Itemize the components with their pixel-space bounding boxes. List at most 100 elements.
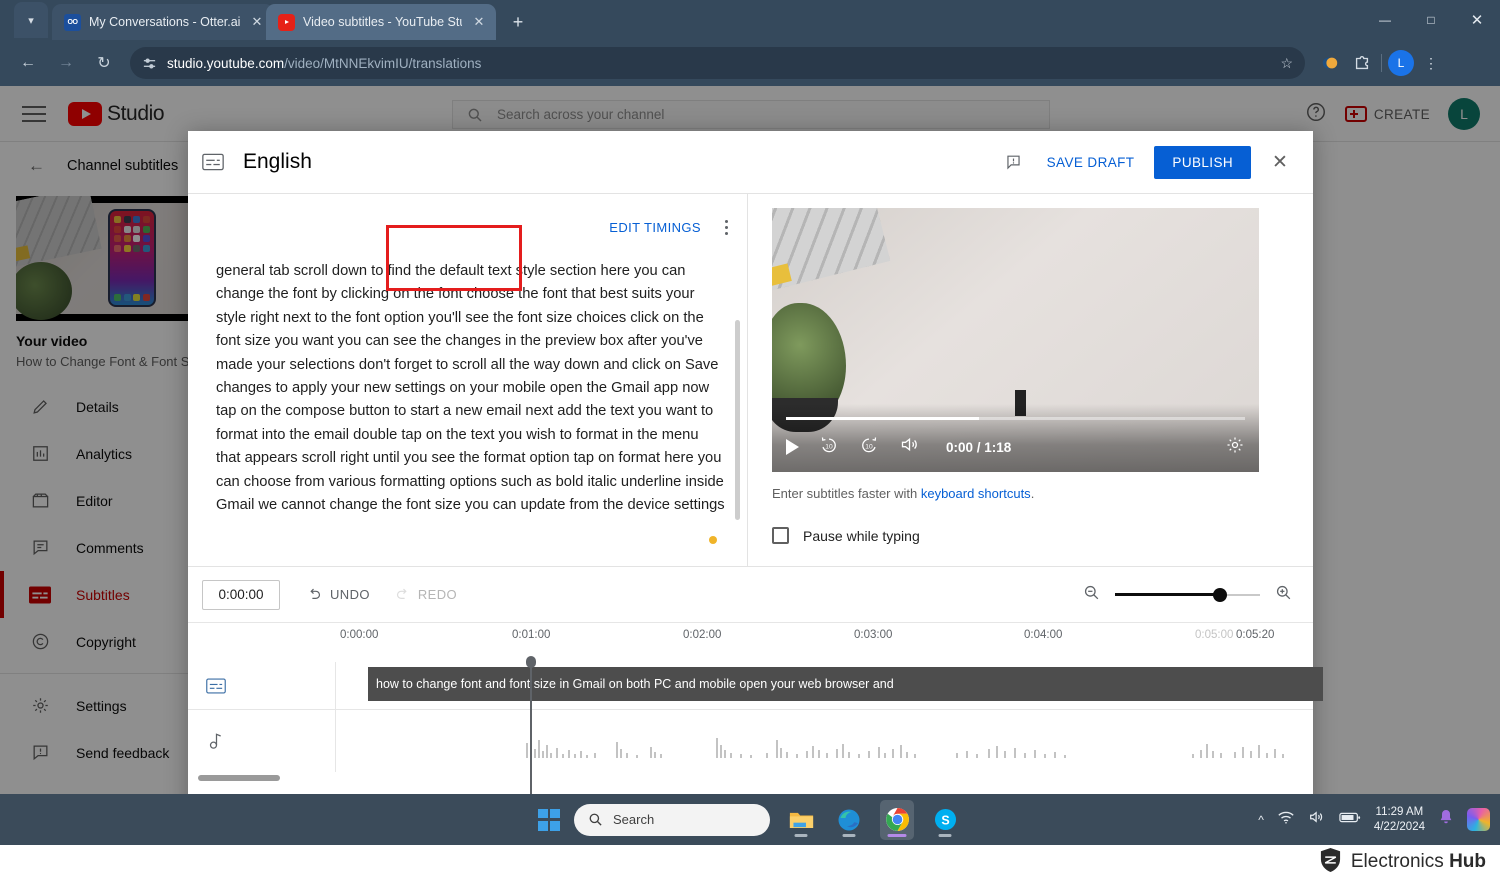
battery-icon[interactable] [1339,811,1361,829]
report-flag-icon[interactable] [1001,153,1027,172]
address-bar[interactable]: studio.youtube.com/video/MtNNEkvimIU/tra… [130,47,1305,79]
ruler-tick: 0:05:00 [1195,629,1233,641]
ruler-tick: 0:04:00 [1024,629,1062,641]
bell-icon[interactable] [1438,809,1454,831]
timeline-zoom-slider[interactable] [1115,588,1260,602]
svg-text:10: 10 [825,443,833,450]
skype-icon[interactable]: S [928,800,962,840]
reload-button[interactable]: ↻ [86,47,122,79]
subtitle-cue-block[interactable]: how to change font and font size in Gmai… [368,667,1323,701]
timecode-input[interactable]: 0:00:00 [202,580,280,610]
play-icon[interactable] [786,439,799,455]
youtube-studio-page: Studio Search across your channel CREATE… [0,86,1500,794]
video-player[interactable]: 10 10 0:00 / 1:18 [772,208,1259,472]
close-icon[interactable]: ✕ [1265,151,1295,174]
redo-label: REDO [418,587,457,602]
window-close-button[interactable]: ✕ [1454,0,1500,40]
taskbar-clock[interactable]: 11:29 AM 4/22/2024 [1374,805,1425,835]
ruler-tick: 0:02:00 [683,629,721,641]
divider [1381,54,1382,72]
close-icon[interactable]: ✕ [248,13,266,31]
wifi-icon[interactable] [1277,809,1295,830]
watermark-bold: Hub [1449,851,1486,872]
clock-time: 11:29 AM [1374,805,1425,820]
volume-icon[interactable] [899,434,920,460]
tab-search-chevron-icon[interactable]: ▾ [14,2,48,38]
watermark-text: Electronics Hub [1351,851,1486,873]
minimize-button[interactable]: — [1362,0,1408,40]
dialog-title: English [243,150,312,174]
publish-button[interactable]: PUBLISH [1154,146,1251,179]
transcript-textarea[interactable]: general tab scroll down to find the defa… [188,260,747,560]
microsoft-edge-icon[interactable] [832,800,866,840]
transcript-text: general tab scroll down to find the defa… [216,260,725,517]
save-draft-button[interactable]: SAVE DRAFT [1041,147,1141,178]
url-text: studio.youtube.com/video/MtNNEkvimIU/tra… [167,56,481,71]
tab-title: Video subtitles - YouTube Studi [303,15,462,29]
timeline-playhead[interactable] [530,662,532,794]
start-icon[interactable] [538,809,560,831]
redo-button[interactable]: REDO [386,580,465,609]
dialog-header: English SAVE DRAFT PUBLISH ✕ [188,131,1313,194]
undo-button[interactable]: UNDO [298,580,378,609]
transcript-toolbar: EDIT TIMINGS [188,194,747,260]
shield-logo-icon [1319,847,1342,878]
forward-button[interactable]: → [48,47,84,79]
google-chrome-icon[interactable] [880,800,914,840]
browser-tab-otter[interactable]: OO My Conversations - Otter.ai ✕ [52,4,274,40]
gear-icon[interactable] [1225,435,1245,460]
new-tab-button[interactable]: + [505,9,531,35]
back-button[interactable]: ← [10,47,46,79]
ruler-tick: 0:01:00 [512,629,550,641]
chrome-menu-icon[interactable]: ⋮ [1420,55,1442,72]
pause-while-typing-row[interactable]: Pause while typing [772,527,1289,544]
show-hidden-icons-icon[interactable]: ^ [1258,813,1264,827]
timeline-subtitle-track: how to change font and font size in Gmai… [188,662,1313,710]
ruler-tick: 0:00:00 [340,629,378,641]
extension-badge-icon[interactable] [1317,50,1343,76]
url-host: studio.youtube.com [167,56,284,71]
taskbar-search-placeholder: Search [613,812,654,827]
keyboard-shortcuts-link[interactable]: keyboard shortcuts [921,486,1031,501]
maximize-button[interactable]: □ [1408,0,1454,40]
electronics-hub-watermark: Electronics Hub [1319,845,1486,879]
player-time-display: 0:00 / 1:18 [946,440,1011,455]
otter-icon: OO [64,14,81,31]
subtitle-cue-text: how to change font and font size in Gmai… [376,677,894,691]
chrome-profile-avatar[interactable]: L [1388,50,1414,76]
timeline-horizontal-scrollbar[interactable] [198,775,280,781]
transcript-scrollbar[interactable] [735,320,740,520]
dialog-header-actions: SAVE DRAFT PUBLISH ✕ [1001,146,1295,179]
extensions-puzzle-icon[interactable] [1349,50,1375,76]
zoom-out-icon[interactable] [1082,583,1101,607]
windows-taskbar: Search S ^ [0,794,1500,845]
timeline-ruler[interactable]: 0:00:00 0:01:00 0:02:00 0:03:00 0:04:00 … [188,622,1313,662]
audio-waveform[interactable] [368,724,1313,758]
site-settings-icon[interactable] [142,56,157,71]
timeline-hscroll-area [188,772,1313,790]
slider-knob[interactable] [1213,588,1227,602]
copilot-icon[interactable] [1467,808,1490,831]
rewind-10-icon[interactable]: 10 [819,435,839,460]
browser-tab-youtube-studio[interactable]: Video subtitles - YouTube Studi ✕ [266,4,496,40]
subtitles-icon [188,662,244,709]
file-explorer-icon[interactable] [784,800,818,840]
watermark-light: Electronics [1351,851,1449,872]
zoom-in-icon[interactable] [1274,583,1293,607]
chrome-actions: L ⋮ [1317,50,1442,76]
hint-prefix: Enter subtitles faster with [772,486,921,501]
taskbar-search[interactable]: Search [574,804,770,836]
keyboard-shortcuts-hint: Enter subtitles faster with keyboard sho… [772,486,1289,501]
pause-while-typing-checkbox[interactable] [772,527,789,544]
more-options-icon[interactable] [715,220,737,235]
bookmark-star-icon[interactable]: ☆ [1280,55,1293,72]
close-icon[interactable]: ✕ [470,13,488,31]
player-progress-bar[interactable] [786,417,1245,420]
tab-strip: ▾ OO My Conversations - Otter.ai ✕ Video… [0,0,1500,40]
svg-text:S: S [941,813,949,827]
dialog-body: EDIT TIMINGS general tab scroll down to … [188,194,1313,566]
forward-10-icon[interactable]: 10 [859,435,879,460]
music-note-icon [188,710,244,772]
volume-icon[interactable] [1308,809,1326,830]
edit-timings-button[interactable]: EDIT TIMINGS [595,210,715,245]
